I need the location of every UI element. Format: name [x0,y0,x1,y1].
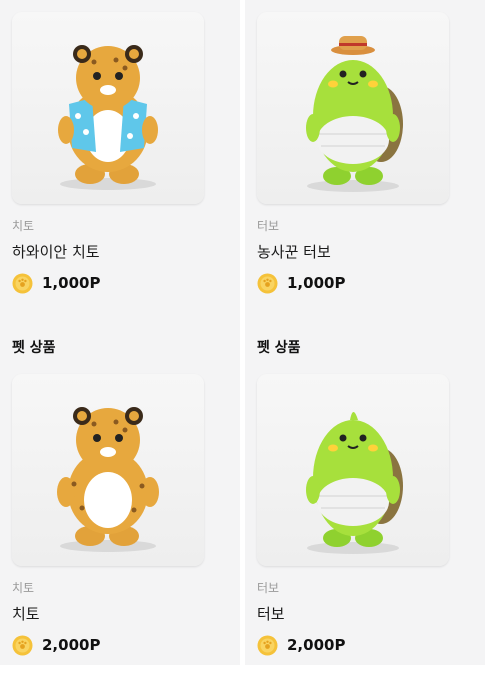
pet-products-grid: 치토 하와이안 치토 1,000P 펫 상품 치토 치토 2,000P 터보 농… [0,0,489,695]
product-price: 1,000P [287,274,346,292]
point-coin-icon [12,273,33,293]
product-card-farmer-turbo[interactable]: 터보 농사꾼 터보 1,000P [257,12,451,295]
section-title-pet-products: 펫 상품 [257,340,301,356]
product-brand: 치토 [12,581,35,595]
product-image[interactable] [257,374,449,566]
product-name[interactable]: 터보 [257,604,451,624]
product-price-row: 1,000P [257,271,451,295]
point-coin-icon [12,635,33,655]
product-price-row: 2,000P [12,633,206,657]
product-name[interactable]: 하와이안 치토 [12,242,206,262]
product-card-turbo[interactable]: 터보 터보 2,000P [257,374,451,657]
product-brand: 치토 [12,219,35,233]
product-price: 1,000P [42,274,101,292]
product-image[interactable] [257,12,449,204]
section-title-pet-products: 펫 상품 [12,340,56,356]
product-price-row: 2,000P [257,633,451,657]
point-coin-icon [257,273,278,293]
product-column-right: 터보 농사꾼 터보 1,000P 펫 상품 터보 터보 2,000P [245,0,485,665]
point-coin-icon [257,635,278,655]
cheetah-figure-icon [57,407,159,552]
product-image[interactable] [12,374,204,566]
product-column-left: 치토 하와이안 치토 1,000P 펫 상품 치토 치토 2,000P [0,0,240,665]
turtle-farmer-figure-icon [306,36,403,192]
product-brand: 터보 [257,219,280,233]
product-name[interactable]: 농사꾼 터보 [257,242,451,262]
product-card-hawaiian-chito[interactable]: 치토 하와이안 치토 1,000P [12,12,206,295]
product-price-row: 1,000P [12,271,206,295]
product-brand: 터보 [257,581,280,595]
product-price: 2,000P [42,636,101,654]
product-image[interactable] [12,12,204,204]
product-name[interactable]: 치토 [12,604,206,624]
product-card-chito[interactable]: 치토 치토 2,000P [12,374,206,657]
turtle-figure-icon [306,412,403,554]
cheetah-hawaiian-figure-icon [58,45,158,190]
product-price: 2,000P [287,636,346,654]
